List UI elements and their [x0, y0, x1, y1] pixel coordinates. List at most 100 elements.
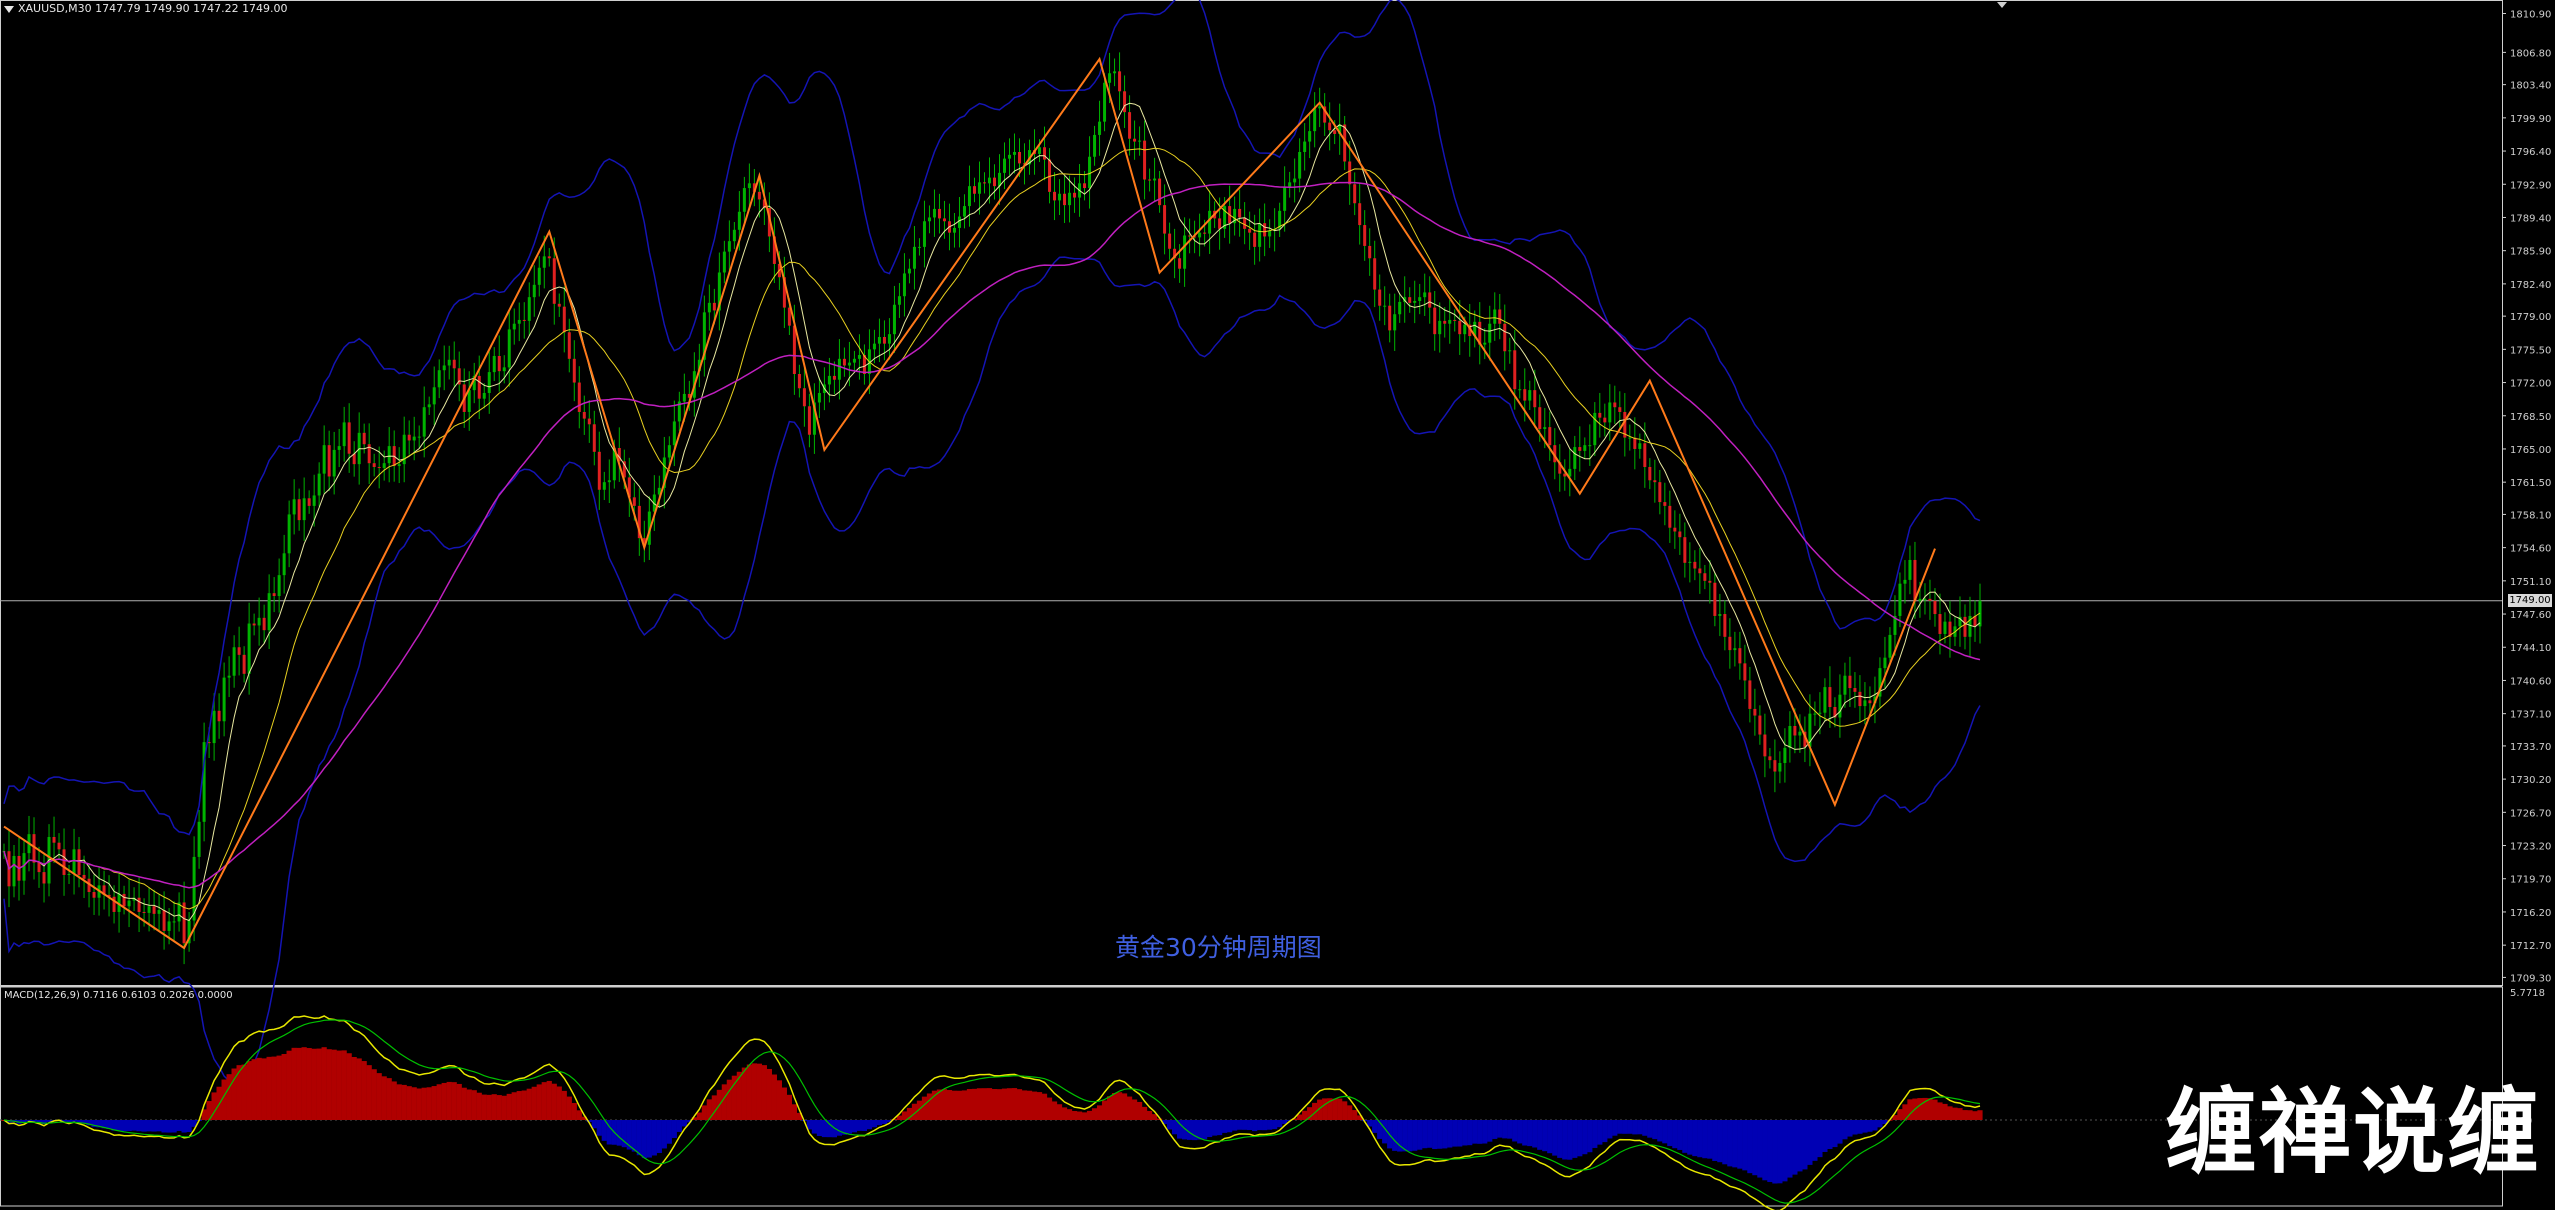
candle-body [62, 849, 66, 875]
macd-histogram-bar [1667, 1120, 1673, 1147]
y-tick-label: 1782.40 [2510, 280, 2551, 291]
candle-body [887, 334, 891, 344]
macd-histogram-bar [881, 1120, 888, 1124]
macd-histogram-bar [1407, 1120, 1413, 1152]
macd-histogram-bar [261, 1058, 267, 1120]
candle-body [1648, 466, 1652, 481]
candle-body [12, 855, 16, 887]
candle-body [37, 862, 41, 873]
candle-body [42, 872, 46, 884]
candle-body [1328, 122, 1332, 131]
candle-body [312, 495, 316, 506]
candle-body [927, 217, 931, 222]
y-tick-label: 1775.50 [2510, 345, 2551, 356]
candle-body [412, 436, 416, 441]
macd-histogram-bar [1136, 1101, 1143, 1120]
candle-body [1303, 141, 1307, 153]
candle-body [1798, 731, 1802, 736]
price-chart[interactable]: 1810.90 1806.80 1803.40 1799.90 1796.40 1792.… [0, 0, 2555, 1210]
y-tick-label: 1799.90 [2510, 114, 2551, 125]
candle-body [1698, 568, 1702, 574]
candle-body [542, 256, 546, 268]
candle-body [882, 337, 886, 344]
candle-body [837, 358, 841, 380]
macd-histogram-bar [171, 1120, 177, 1133]
y-tick-label: 1740.60 [2510, 676, 2551, 687]
candle-body [1828, 687, 1832, 708]
macd-histogram-bar [1006, 1088, 1013, 1120]
macd-histogram-bar [371, 1069, 377, 1120]
candle-body [1003, 158, 1007, 173]
candle-body [807, 406, 811, 435]
candle-body [1288, 182, 1292, 188]
candle-body [1523, 389, 1527, 401]
macd-histogram-bar [1487, 1120, 1493, 1142]
y-tick-label: 1754.60 [2510, 544, 2551, 555]
candle-body [1778, 762, 1782, 772]
macd-histogram-bar [1947, 1106, 1953, 1120]
macd-histogram-bar [1332, 1098, 1338, 1120]
candle-body [1488, 323, 1492, 343]
macd-histogram-bar [1722, 1120, 1728, 1165]
candle-body [672, 421, 676, 446]
candle-body [1818, 712, 1822, 714]
macd-histogram-bar [1402, 1120, 1408, 1152]
macd-histogram-bar [1822, 1120, 1828, 1152]
candle-body [532, 284, 536, 298]
macd-histogram-bar [406, 1086, 412, 1120]
candle-body [1188, 235, 1192, 237]
candle-body [1743, 663, 1747, 681]
candle-body [1813, 713, 1817, 715]
macd-histogram-bar [1627, 1120, 1633, 1134]
macd-histogram-bar [921, 1096, 928, 1120]
candle-body [1483, 342, 1487, 345]
dropdown-triangle-icon[interactable] [4, 5, 14, 13]
macd-histogram-bar [1652, 1120, 1658, 1140]
candle-body [122, 893, 126, 907]
macd-histogram-bar [1872, 1120, 1878, 1131]
candle-body [1058, 193, 1062, 201]
macd-histogram-bar [1957, 1108, 1963, 1120]
macd-histogram-bar [1267, 1120, 1273, 1130]
candle-body [1448, 319, 1452, 324]
candle-body [1163, 205, 1167, 234]
macd-histogram-bar [1126, 1096, 1133, 1120]
macd-histogram-bar [1106, 1096, 1113, 1120]
candle-body [977, 182, 981, 194]
macd-histogram-bar [761, 1065, 767, 1120]
candle-body [432, 387, 436, 405]
candle-body [1583, 445, 1587, 451]
candle-body [1433, 307, 1437, 335]
macd-histogram-bar [1752, 1120, 1758, 1176]
macd-histogram-bar [646, 1120, 652, 1158]
macd-histogram-bar [1517, 1120, 1523, 1144]
candle-body [217, 710, 221, 722]
candle-body [1183, 235, 1187, 269]
y-tick-label: 1716.20 [2510, 908, 2551, 919]
candle-body [1098, 121, 1102, 135]
macd-histogram-bar [1732, 1120, 1738, 1168]
candle-body [302, 498, 306, 521]
candle-body [1653, 480, 1657, 483]
y-tick-label: 1806.80 [2510, 48, 2551, 59]
macd-histogram-bar [1757, 1120, 1763, 1178]
candle-body [1613, 402, 1617, 408]
macd-histogram-bar [1547, 1120, 1553, 1154]
macd-histogram-bar [1257, 1120, 1263, 1131]
macd-histogram-bar [1277, 1120, 1283, 1128]
candle-body [1543, 427, 1547, 430]
macd-histogram-bar [1116, 1092, 1123, 1120]
y-tick-label: 1810.90 [2510, 9, 2551, 20]
candle-body [962, 206, 966, 217]
candle-body [1168, 233, 1172, 249]
macd-histogram-bar [451, 1082, 457, 1120]
candle-body [992, 177, 996, 187]
macd-histogram-bar [1917, 1098, 1923, 1120]
candle-body [902, 273, 906, 297]
candle-body [487, 372, 491, 393]
macd-histogram-bar [1392, 1120, 1398, 1151]
macd-histogram-bar [1507, 1120, 1513, 1139]
macd-histogram-bar [1432, 1120, 1438, 1150]
macd-histogram-bar [336, 1050, 342, 1120]
candle-body [1393, 314, 1397, 331]
